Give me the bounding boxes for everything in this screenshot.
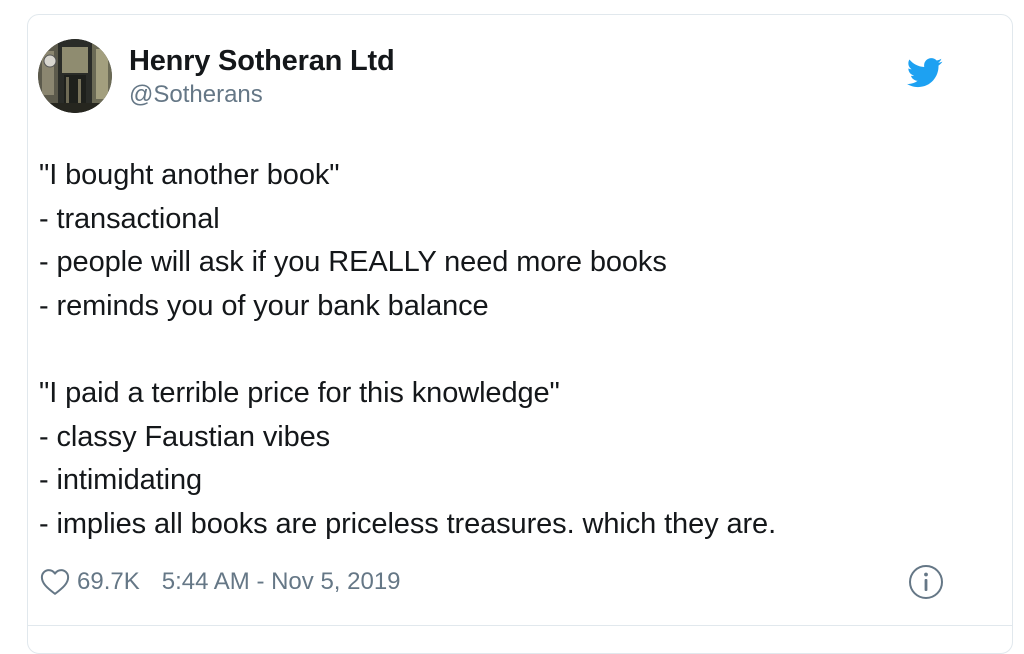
- author-names: Henry Sotheran Ltd @Sotherans: [129, 43, 395, 110]
- avatar-image: [38, 39, 112, 113]
- tweet-line: [39, 328, 969, 372]
- tweet-line: - transactional: [39, 202, 220, 235]
- tweet-line: "I paid a terrible price for this knowle…: [39, 376, 560, 409]
- footer-divider: [27, 625, 1013, 626]
- tweet-footer: 69.7K 5:44 AM - Nov 5, 2019: [40, 560, 401, 604]
- heart-icon[interactable]: [40, 568, 70, 596]
- twitter-bird-icon[interactable]: [906, 58, 943, 88]
- like-count[interactable]: 69.7K: [77, 568, 140, 596]
- tweet-line: - classy Faustian vibes: [39, 420, 331, 453]
- author-display-name[interactable]: Henry Sotheran Ltd: [129, 43, 395, 79]
- tweet-line: - intimidating: [39, 464, 202, 497]
- tweet-line: - implies all books are priceless treasu…: [39, 507, 777, 540]
- tweet-line: - people will ask if you REALLY need mor…: [39, 246, 667, 279]
- tweet-line: "I bought another book": [39, 159, 340, 191]
- tweet-line: - reminds you of your bank balance: [39, 289, 489, 322]
- avatar[interactable]: [38, 39, 112, 113]
- tweet-timestamp[interactable]: 5:44 AM - Nov 5, 2019: [162, 568, 401, 596]
- info-icon[interactable]: [907, 563, 945, 601]
- author-handle[interactable]: @Sotherans: [129, 80, 395, 110]
- tweet-header: Henry Sotheran Ltd @Sotherans: [38, 38, 395, 114]
- tweet-text: "I bought another book" - transactional …: [39, 154, 969, 546]
